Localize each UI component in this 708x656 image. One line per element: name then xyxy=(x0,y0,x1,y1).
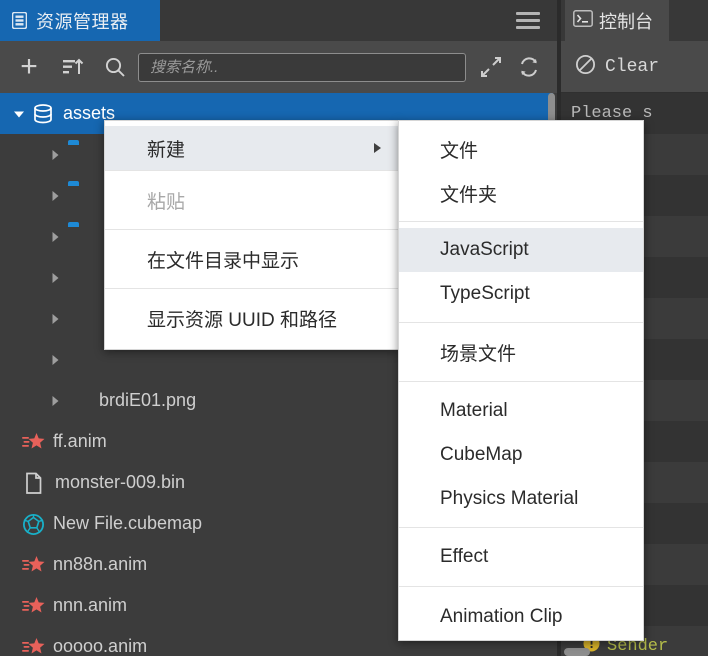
folder-icon xyxy=(68,226,90,248)
tab-console[interactable]: 控制台 xyxy=(565,0,669,41)
submenu-new[interactable]: 文件 文件夹 JavaScript TypeScript 场景文件 Materi… xyxy=(398,120,644,641)
search-icon[interactable] xyxy=(96,41,134,93)
hamburger-menu-icon[interactable] xyxy=(516,12,540,29)
context-menu[interactable]: 新建 粘贴 在文件目录中显示 显示资源 UUID 和路径 xyxy=(104,120,399,350)
menu-divider xyxy=(399,586,643,587)
assets-toolbar: + xyxy=(0,41,557,94)
menu-item-label: Animation Clip xyxy=(440,606,563,628)
menu-item-paste: 粘贴 xyxy=(105,178,398,222)
tab-assets-label: 资源管理器 xyxy=(36,8,129,34)
assets-tabbar: 资源管理器 xyxy=(0,0,557,42)
menu-item-label: 文件夹 xyxy=(440,180,497,207)
tree-row-label: brdiE01.png xyxy=(99,390,196,411)
chevron-right-icon xyxy=(374,143,381,153)
menu-item-label: 显示资源 UUID 和路径 xyxy=(147,305,337,332)
menu-item-new[interactable]: 新建 xyxy=(105,126,398,170)
menu-item-label: JavaScript xyxy=(440,239,529,261)
folder-icon xyxy=(68,144,90,166)
menu-item-label: CubeMap xyxy=(440,444,522,466)
tree-row-label: nnn.anim xyxy=(53,595,127,616)
tree-row-label: monster-009.bin xyxy=(55,472,185,493)
console-tabbar: 控制台 xyxy=(561,0,708,42)
anim-star-icon xyxy=(22,636,44,656)
submenu-item-physics-material[interactable]: Physics Material xyxy=(399,477,643,521)
menu-item-show-in-explorer[interactable]: 在文件目录中显示 xyxy=(105,237,398,281)
chevron-right-icon[interactable] xyxy=(48,271,62,285)
menu-item-label: 文件 xyxy=(440,136,478,163)
anim-star-icon xyxy=(22,595,44,617)
chevron-right-icon[interactable] xyxy=(48,353,62,367)
submenu-item-javascript[interactable]: JavaScript xyxy=(399,228,643,272)
submenu-item-typescript[interactable]: TypeScript xyxy=(399,272,643,316)
search-field[interactable] xyxy=(138,53,466,82)
png-texture-icon xyxy=(68,349,90,371)
menu-item-label: Effect xyxy=(440,546,488,568)
tab-console-label: 控制台 xyxy=(599,8,653,34)
menu-divider xyxy=(105,229,398,230)
png-texture-icon xyxy=(68,267,90,289)
clear-button[interactable]: Clear xyxy=(605,57,659,77)
submenu-item-file[interactable]: 文件 xyxy=(399,127,643,171)
tree-row-label: New File.cubemap xyxy=(53,513,202,534)
search-input[interactable] xyxy=(148,58,452,77)
folder-icon xyxy=(68,185,90,207)
menu-item-show-uuid-path[interactable]: 显示资源 UUID 和路径 xyxy=(105,296,398,340)
submenu-item-effect[interactable]: Effect xyxy=(399,535,643,579)
chevron-down-icon[interactable] xyxy=(12,107,26,121)
png-texture-icon xyxy=(68,390,90,412)
submenu-item-folder[interactable]: 文件夹 xyxy=(399,171,643,215)
submenu-item-scene-file[interactable]: 场景文件 xyxy=(399,330,643,374)
chevron-right-icon[interactable] xyxy=(48,394,62,408)
console-toolbar: Clear xyxy=(561,41,708,93)
expand-arrows-icon[interactable] xyxy=(474,41,508,93)
plus-icon[interactable]: + xyxy=(10,41,48,93)
submenu-item-material[interactable]: Material xyxy=(399,389,643,433)
menu-item-label: 粘贴 xyxy=(147,187,185,214)
menu-item-label: 在文件目录中显示 xyxy=(147,246,299,273)
tree-row-label: ff.anim xyxy=(53,431,107,452)
menu-divider xyxy=(399,221,643,222)
tab-assets[interactable]: 资源管理器 xyxy=(0,0,160,41)
chevron-right-icon[interactable] xyxy=(48,230,62,244)
chevron-right-icon[interactable] xyxy=(48,189,62,203)
submenu-item-animation-clip[interactable]: Animation Clip xyxy=(399,595,643,639)
menu-divider xyxy=(105,170,398,171)
menu-divider xyxy=(399,381,643,382)
menu-item-label: Physics Material xyxy=(440,488,578,510)
console-icon xyxy=(573,10,593,32)
tabbar-empty-area xyxy=(160,0,557,41)
refresh-icon[interactable] xyxy=(512,41,546,93)
menu-divider xyxy=(399,527,643,528)
submenu-item-cubemap[interactable]: CubeMap xyxy=(399,433,643,477)
tree-row-label: nn88n.anim xyxy=(53,554,147,575)
clear-icon[interactable] xyxy=(575,54,596,80)
database-icon xyxy=(32,103,54,125)
console-horizontal-scrollbar[interactable] xyxy=(564,648,590,656)
menu-divider xyxy=(105,288,398,289)
anim-star-icon xyxy=(22,431,44,453)
bin-file-icon xyxy=(24,472,46,494)
cubemap-icon xyxy=(22,513,44,535)
menu-item-label: 场景文件 xyxy=(440,339,516,366)
menu-item-label: Material xyxy=(440,400,508,422)
anim-star-icon xyxy=(22,554,44,576)
png-texture-icon xyxy=(68,308,90,330)
menu-divider xyxy=(399,322,643,323)
editor-window: 资源管理器 + xyxy=(0,0,708,656)
menu-item-label: TypeScript xyxy=(440,283,530,305)
menu-item-label: 新建 xyxy=(147,135,185,162)
assets-db-icon xyxy=(12,12,27,29)
tree-row-label: ooooo.anim xyxy=(53,636,147,656)
chevron-right-icon[interactable] xyxy=(48,312,62,326)
sort-icon[interactable] xyxy=(54,41,92,93)
chevron-right-icon[interactable] xyxy=(48,148,62,162)
